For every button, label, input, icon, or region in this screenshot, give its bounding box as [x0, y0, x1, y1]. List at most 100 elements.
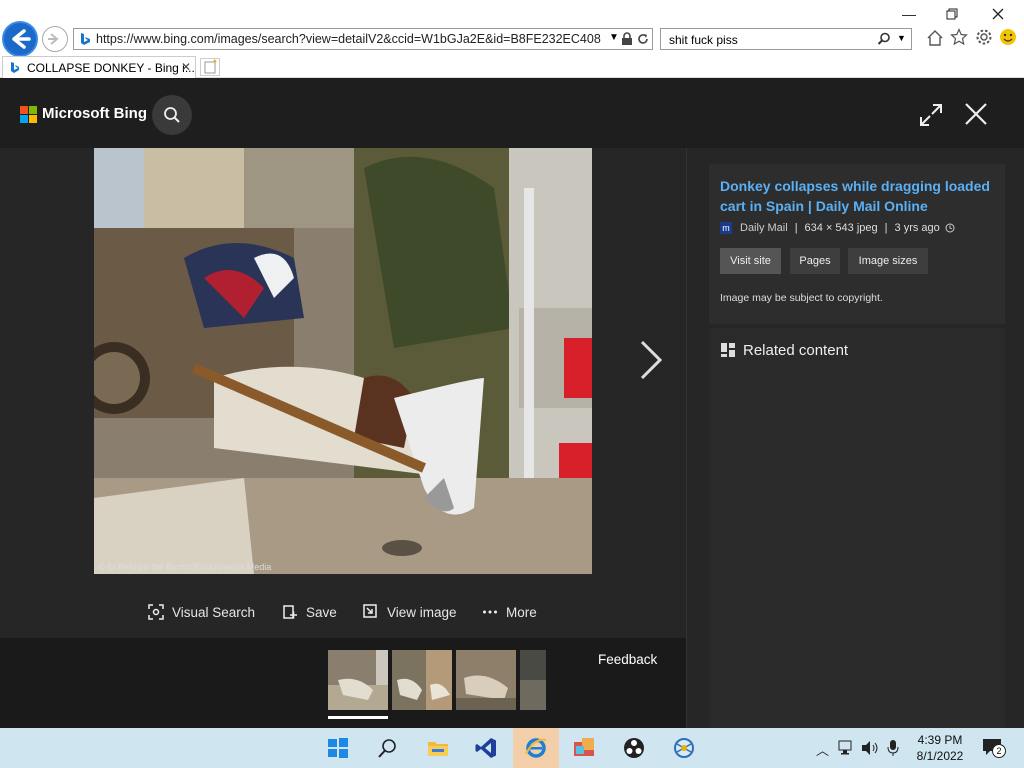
microsoft-logo-icon [20, 106, 38, 124]
smiley-feedback-icon[interactable] [999, 28, 1017, 46]
image-viewer: Microsoft Bing © El Refugio del Burrito/… [0, 78, 1024, 728]
thumbnail-photo [328, 650, 388, 710]
expand-icon[interactable] [918, 102, 944, 128]
related-content-panel: Related content [709, 328, 1005, 728]
ie-taskbar-button-active[interactable] [513, 728, 559, 768]
bing-favicon-icon [81, 33, 90, 45]
internet-explorer-icon [525, 738, 547, 758]
thumbnail-2[interactable] [392, 650, 452, 710]
forward-button[interactable] [42, 26, 68, 52]
browser-search-box[interactable]: shit fuck piss ▼ [660, 28, 912, 50]
viewer-search-button[interactable] [152, 95, 192, 135]
new-tab-button[interactable] [200, 58, 220, 76]
thumbnail-selected-indicator [328, 716, 388, 719]
favorites-star-icon[interactable] [950, 28, 968, 46]
tab-close-icon[interactable]: ✕ [181, 60, 191, 74]
more-button[interactable]: More [482, 600, 537, 624]
thumbnail-photo [392, 650, 452, 710]
view-image-button[interactable]: View image [363, 600, 457, 624]
address-url[interactable]: https://www.bing.com/images/search?view=… [96, 32, 601, 46]
system-clock[interactable]: 4:39 PM 8/1/2022 [908, 732, 972, 764]
lock-icon[interactable] [621, 32, 633, 46]
clock-icon [945, 223, 955, 233]
tab-bar: COLLAPSE DONKEY - Bing i... ✕ [0, 56, 1024, 78]
details-pane: Donkey collapses while dragging loaded c… [686, 148, 1024, 728]
brand-name[interactable]: Microsoft Bing [42, 105, 147, 122]
related-content-icon [721, 343, 735, 357]
save-icon [283, 605, 297, 619]
image-info-card: Donkey collapses while dragging loaded c… [709, 164, 1005, 324]
thumbnail-strip: Feedback [0, 638, 686, 728]
volume-icon[interactable] [860, 740, 880, 756]
start-windows-icon[interactable] [326, 736, 350, 760]
file-explorer-icon[interactable] [426, 736, 450, 760]
clock-date: 8/1/2022 [916, 749, 964, 763]
image-meta: m Daily Mail | 634 × 543 jpeg | 3 yrs ag… [720, 222, 955, 234]
settings-gear-icon[interactable] [975, 28, 993, 46]
microphone-icon[interactable] [886, 739, 900, 757]
window-close-button[interactable] [992, 8, 1004, 20]
pages-button[interactable]: Pages [790, 248, 840, 274]
feedback-link[interactable]: Feedback [598, 652, 657, 667]
back-button[interactable] [2, 21, 38, 57]
thumbnail-photo [520, 650, 546, 710]
visual-studio-icon[interactable] [474, 736, 498, 760]
image-pane: © El Refugio del Burrito/Exclusivepix Me… [0, 148, 686, 728]
copyright-notice: Image may be subject to copyright. [720, 292, 883, 304]
image-actions: Visual Search Save View image More [0, 600, 686, 630]
address-dropdown-icon[interactable]: ▼ [609, 32, 619, 43]
next-image-arrow-icon[interactable] [636, 338, 666, 382]
tab-title: COLLAPSE DONKEY - Bing i... [27, 61, 195, 75]
restore-button[interactable] [946, 8, 958, 20]
network-tool-icon[interactable] [672, 736, 696, 760]
source-name[interactable]: Daily Mail [740, 222, 788, 234]
meta-separator: | [794, 222, 798, 234]
thumbnail-1[interactable] [328, 650, 388, 710]
viewer-close-icon[interactable] [962, 100, 990, 128]
save-button[interactable]: Save [282, 600, 337, 624]
action-center-button[interactable]: 2 [982, 738, 1006, 758]
donkey-cart-photo [94, 148, 592, 574]
notification-count-badge: 2 [992, 744, 1006, 758]
search-icon[interactable] [877, 32, 891, 46]
new-tab-icon [204, 59, 217, 74]
main-image[interactable] [94, 148, 592, 574]
visit-site-button[interactable]: Visit site [720, 248, 781, 274]
image-age: 3 yrs ago [894, 222, 940, 234]
tab-current[interactable]: COLLAPSE DONKEY - Bing i... ✕ [2, 56, 196, 78]
thumbnail-4[interactable] [520, 650, 546, 710]
viewer-header: Microsoft Bing [0, 78, 1024, 148]
browser-search-query[interactable]: shit fuck piss [669, 33, 738, 47]
related-content-heading: Related content [743, 342, 849, 359]
thumbnail-3[interactable] [456, 650, 516, 710]
show-hidden-icons-chevron-icon[interactable]: ︿ [816, 740, 829, 759]
more-icon [483, 610, 497, 614]
taskbar: ︿ 4:39 PM 8/1/2022 2 [0, 728, 1024, 768]
clock-time: 4:39 PM [917, 733, 963, 747]
image-title-link[interactable]: Donkey collapses while dragging loaded c… [720, 176, 1000, 216]
thumbnail-photo [456, 650, 516, 710]
visual-search-icon [148, 604, 164, 620]
control-panel-icon[interactable] [572, 736, 596, 760]
obs-studio-icon[interactable] [622, 736, 646, 760]
back-arrow-icon [12, 29, 31, 49]
more-label: More [506, 604, 537, 620]
taskbar-search-icon[interactable] [376, 736, 400, 760]
view-image-label: View image [387, 604, 457, 620]
browser-toolbar: https://www.bing.com/images/search?view=… [0, 0, 1024, 57]
image-dimensions: 634 × 543 jpeg [804, 222, 878, 234]
visual-search-button[interactable]: Visual Search [148, 600, 255, 624]
search-dropdown-icon[interactable]: ▼ [897, 33, 906, 43]
refresh-icon[interactable] [636, 32, 650, 46]
forward-arrow-icon [48, 33, 59, 45]
meta-separator: | [884, 222, 888, 234]
view-image-icon [363, 604, 377, 618]
image-credit: © El Refugio del Burrito/Exclusivepix Me… [98, 562, 272, 572]
network-icon[interactable] [838, 740, 856, 756]
search-icon [164, 107, 180, 123]
home-icon[interactable] [926, 29, 944, 47]
image-sizes-button[interactable]: Image sizes [848, 248, 928, 274]
visual-search-label: Visual Search [172, 604, 256, 620]
address-bar[interactable]: https://www.bing.com/images/search?view=… [73, 28, 653, 50]
minimize-button[interactable]: — [902, 6, 916, 22]
